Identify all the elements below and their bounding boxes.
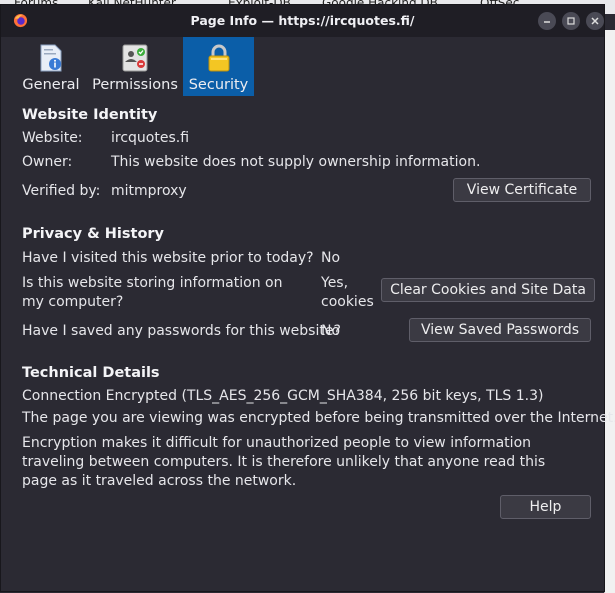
minimize-button[interactable] — [538, 12, 556, 30]
background-page-edge — [604, 30, 615, 593]
page-info-dialog: Page Info — https://ircquotes.fi/ Genera… — [0, 4, 615, 592]
title-bar[interactable]: Page Info — https://ircquotes.fi/ — [1, 5, 604, 37]
website-identity-heading: Website Identity — [22, 107, 158, 123]
visited-answer: No — [321, 250, 341, 266]
owner-value: This website does not supply ownership i… — [111, 154, 481, 170]
encryption-info-line1: The page you are viewing was encrypted b… — [22, 410, 615, 426]
verified-by-value: mitmproxy — [111, 183, 187, 199]
info-page-icon — [40, 44, 62, 72]
tab-permissions-label: Permissions — [92, 77, 178, 93]
close-icon — [591, 17, 599, 25]
tab-permissions[interactable]: Permissions — [92, 37, 178, 96]
view-certificate-button[interactable]: View Certificate — [453, 178, 591, 202]
maximize-icon — [567, 17, 575, 25]
storing-answer: Yes, cookies — [321, 275, 374, 310]
tab-general[interactable]: General — [22, 37, 80, 96]
tab-general-label: General — [22, 77, 80, 93]
help-button[interactable]: Help — [500, 495, 591, 519]
close-button[interactable] — [586, 12, 604, 30]
storing-question: Is this website storing information on m… — [22, 275, 283, 310]
privacy-history-heading: Privacy & History — [22, 226, 165, 242]
website-label: Website: — [22, 130, 83, 146]
technical-details-heading: Technical Details — [22, 365, 160, 381]
window-title: Page Info — https://ircquotes.fi/ — [190, 13, 415, 28]
tab-bar: General Permissions Security — [1, 37, 604, 97]
permissions-icon — [122, 44, 148, 72]
passwords-question: Have I saved any passwords for this webs… — [22, 323, 341, 339]
lock-icon — [208, 44, 229, 72]
tab-security[interactable]: Security — [183, 37, 254, 96]
minimize-icon — [544, 21, 550, 23]
tab-security-label: Security — [188, 77, 249, 93]
verified-by-label: Verified by: — [22, 183, 101, 199]
clear-cookies-button[interactable]: Clear Cookies and Site Data — [381, 278, 595, 302]
website-value: ircquotes.fi — [111, 130, 190, 146]
visited-question: Have I visited this website prior to tod… — [22, 250, 314, 266]
maximize-button[interactable] — [562, 12, 580, 30]
encryption-info-line2: Encryption makes it difficult for unauth… — [22, 435, 546, 489]
owner-label: Owner: — [22, 154, 73, 170]
connection-encrypted-text: Connection Encrypted (TLS_AES_256_GCM_SH… — [22, 388, 544, 404]
view-saved-passwords-button[interactable]: View Saved Passwords — [409, 318, 591, 342]
passwords-answer: No — [321, 323, 341, 339]
